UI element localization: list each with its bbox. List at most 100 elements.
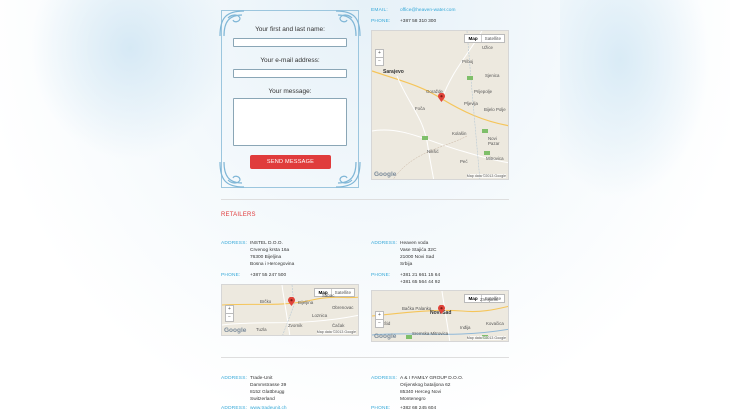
map-type-toggle[interactable]: Map Satellite xyxy=(464,34,505,43)
address-label: ADDRESS: xyxy=(221,241,248,246)
address-label: ADDRESS: xyxy=(371,241,398,246)
map-place: Tuzla xyxy=(256,327,267,332)
address-line: Bosna i Hercegovina xyxy=(250,262,295,267)
map-marker-icon[interactable] xyxy=(438,305,445,314)
address-line: Orijenskog bataljona 62 xyxy=(400,383,451,388)
ornament-corner-icon xyxy=(219,161,245,188)
map-place: Loznica xyxy=(312,313,328,318)
address-label: ADDRESS: xyxy=(221,376,248,381)
retailer-address: A & I FAMILY GROUP D.O.O. Orijenskog bat… xyxy=(400,375,463,403)
address-line: Trade-Unit xyxy=(250,376,273,381)
map-place: Bijelo Polje xyxy=(484,107,506,112)
phone-value: +381 21 661 15 64 +381 65 564 44 92 xyxy=(400,272,440,286)
retailers-heading: RETAILERS xyxy=(221,212,256,218)
address-line: 21000 Novi Sad xyxy=(400,255,435,260)
send-message-button[interactable]: SEND MESSAGE xyxy=(250,155,331,169)
map-marker-icon[interactable] xyxy=(438,93,445,102)
phone-label: PHONE: xyxy=(371,273,391,278)
map-place: Užice xyxy=(482,45,493,50)
name-field[interactable] xyxy=(233,38,347,47)
retailer-address: INSTEL D.O.O. Crvenog krsta 16a 76300 Bi… xyxy=(250,240,294,268)
address-line: 85340 Herceg Novi xyxy=(400,390,442,395)
map-place: Sjenica xyxy=(485,73,500,78)
map-place: Pljevlja xyxy=(464,101,478,106)
map-attribution: Map data ©2013 Google xyxy=(316,330,356,334)
zoom-out-button[interactable]: − xyxy=(225,313,234,322)
contact-form: Your first and last name: Your e-mail ad… xyxy=(219,10,361,188)
address-line: INSTEL D.O.O. xyxy=(250,241,283,246)
phone-value: +387 55 247 500 xyxy=(250,273,287,278)
map-place: Mitrovica xyxy=(486,156,504,161)
map-type-toggle[interactable]: Map Satellite xyxy=(314,288,355,297)
address-label: ADDRESS: xyxy=(371,376,398,381)
map-attribution: Map data ©2013 Google xyxy=(466,174,506,178)
email-label: EMAIL: xyxy=(371,8,388,13)
map-type-map[interactable]: Map xyxy=(465,35,480,42)
address-line: Crvenog krsta 16a xyxy=(250,248,290,253)
google-logo: Google xyxy=(374,171,397,178)
phone-label: PHONE: xyxy=(371,406,391,411)
map-place: Inđija xyxy=(460,325,471,330)
map-place: Priboj xyxy=(462,59,474,64)
background-cloud xyxy=(30,0,230,160)
retailer-address: Heaven voda Vase Stajića 32C 21000 Novi … xyxy=(400,240,436,268)
retailer-website-link[interactable]: www.tradeunit.ch xyxy=(250,405,287,412)
ornament-corner-icon xyxy=(219,10,245,37)
map-place: Zrenjanin xyxy=(480,297,499,302)
name-label: Your first and last name: xyxy=(255,26,325,33)
email-link[interactable]: office@heaven-water.com xyxy=(400,7,455,14)
website-label: ADDRESS: xyxy=(221,406,248,411)
address-line: Heaven voda xyxy=(400,241,429,246)
ornament-corner-icon xyxy=(335,10,361,37)
phone-value: +382 68 245 604 xyxy=(400,406,437,411)
phone-label: PHONE: xyxy=(221,273,241,278)
map-place: Kovačica xyxy=(486,321,504,326)
zoom-out-button[interactable]: − xyxy=(375,319,384,328)
map-place: Novi Pazar xyxy=(488,136,500,146)
background-cloud xyxy=(560,0,710,200)
map-place: Nikšić xyxy=(427,149,439,154)
map-place: Šid xyxy=(384,321,391,326)
map-place: Zvornik xyxy=(288,323,303,328)
map-place: Bačka Palanka xyxy=(402,306,432,311)
map-place: Sarajevo xyxy=(383,69,404,75)
address-line: Vase Stajića 32C xyxy=(400,248,437,253)
phone-label: PHONE: xyxy=(371,19,391,24)
address-line: Srbija xyxy=(400,262,413,267)
map-place: Sremska Mitrovica xyxy=(412,331,449,336)
map-place: Šabac xyxy=(322,293,335,298)
map-type-satellite[interactable]: Satellite xyxy=(480,35,504,42)
message-label: Your message: xyxy=(268,88,312,95)
address-line: A & I FAMILY GROUP D.O.O. xyxy=(400,376,464,381)
address-line: 8152 Glattbrugg xyxy=(250,390,285,395)
phone-line: +381 21 661 15 64 xyxy=(400,273,441,278)
google-logo: Google xyxy=(374,333,397,340)
address-line: Switzerland xyxy=(250,397,275,402)
address-line: Dammstrasse 39 xyxy=(250,383,287,388)
map-place: Kolašin xyxy=(452,131,467,136)
ornament-corner-icon xyxy=(335,161,361,188)
divider xyxy=(221,357,509,358)
map-place: Čačak xyxy=(332,323,345,328)
map-place: Peć xyxy=(460,159,468,164)
retailer-map[interactable]: Map Satellite + − Novi Sad Bačka Palanka… xyxy=(371,290,509,342)
map-type-map[interactable]: Map xyxy=(465,295,480,302)
map-marker-icon[interactable] xyxy=(288,297,295,306)
message-field[interactable] xyxy=(233,98,347,146)
email-field[interactable] xyxy=(233,69,347,78)
office-map[interactable]: Map Satellite + − Sarajevo Goražde Foča … xyxy=(371,30,509,180)
divider xyxy=(221,199,509,200)
email-label: Your e-mail address: xyxy=(260,57,320,64)
phone-value: +387 58 310 300 xyxy=(400,19,437,24)
address-line: 76300 Bijeljina xyxy=(250,255,282,260)
address-line: Montenegro xyxy=(400,397,426,402)
map-place: Prijepolje xyxy=(474,89,493,94)
google-logo: Google xyxy=(224,327,247,334)
map-place: Foča xyxy=(415,106,425,111)
map-place: Bijeljina xyxy=(298,300,314,305)
zoom-out-button[interactable]: − xyxy=(375,57,384,66)
retailer-map[interactable]: Map Satellite + − Bijeljina Brčko Šabac … xyxy=(221,284,359,336)
retailer-address: Trade-Unit Dammstrasse 39 8152 Glattbrug… xyxy=(250,375,286,403)
map-attribution: Map data ©2013 Google xyxy=(466,336,506,340)
map-place: Obrenovac xyxy=(332,305,354,310)
